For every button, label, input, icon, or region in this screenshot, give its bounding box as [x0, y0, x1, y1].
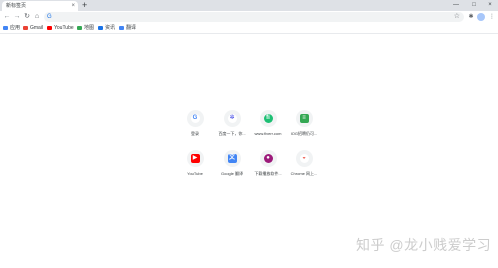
player-icon: ● — [263, 154, 273, 163]
shortcut-label: 登录 — [191, 131, 199, 136]
google-translate-icon: 文 — [227, 154, 237, 163]
baidu-icon: ✲ — [227, 114, 237, 123]
watermark: 知乎 @龙小贱爱学习 — [356, 237, 492, 253]
tab-close-icon[interactable]: × — [71, 2, 75, 10]
shortcut-tile[interactable]: ✲ 百度一下，你... — [217, 110, 247, 136]
translate-icon — [119, 25, 124, 30]
shortcut-label: Chrome 网上... — [290, 171, 318, 176]
shortcut-label: IOG招聘仍可... — [290, 131, 318, 136]
youtube-icon — [47, 25, 52, 30]
menu-icon[interactable]: ⋮ — [487, 12, 497, 22]
shortcut-tile[interactable]: ◒ Chrome 网上... — [289, 150, 319, 176]
bookmark-translate[interactable]: 翻译 — [119, 24, 136, 33]
new-tab-button[interactable]: + — [82, 0, 87, 11]
fiverr-icon: fi — [263, 114, 273, 123]
iog-icon: ≡ — [299, 114, 309, 123]
shortcut-label: www.fiverr.com — [254, 131, 282, 136]
shortcut-label: YouTube — [187, 171, 203, 176]
shortcut-tile[interactable]: ▶ YouTube — [180, 150, 210, 176]
shortcut-label: Google 翻译 — [220, 171, 243, 176]
tab-title: 新标签页 — [6, 3, 27, 9]
toolbar: ← → ↻ ⌂ G ☆ ✱ ⋮ — [0, 11, 498, 24]
shortcut-tile[interactable]: fi www.fiverr.com — [253, 110, 283, 136]
bookmark-maps[interactable]: 地图 — [77, 24, 94, 33]
shortcut-label: 下载播放软件... — [254, 171, 282, 176]
gmail-icon — [23, 25, 28, 30]
tab-new-tab[interactable]: 新标签页 × — [2, 1, 78, 11]
google-icon: G — [190, 114, 200, 123]
bookmark-youtube[interactable]: YouTube — [47, 24, 74, 33]
shortcut-tile[interactable]: 文 Google 翻译 — [217, 150, 247, 176]
maps-icon — [77, 25, 82, 30]
youtube-icon: ▶ — [190, 154, 200, 163]
maximize-button[interactable]: □ — [466, 0, 482, 11]
back-button[interactable]: ← — [2, 12, 12, 22]
bookmarks-bar: 应用 Gmail YouTube 地图 资讯 翻译 — [0, 24, 498, 34]
bookmark-star-icon[interactable]: ☆ — [454, 13, 460, 21]
news-icon — [98, 25, 103, 30]
bookmark-gmail[interactable]: Gmail — [23, 24, 43, 33]
address-bar[interactable]: G ☆ — [44, 12, 464, 22]
reload-button[interactable]: ↻ — [22, 12, 32, 22]
chrome-webstore-icon: ◒ — [299, 154, 309, 163]
extensions-icon[interactable]: ✱ — [466, 12, 476, 22]
shortcut-tile[interactable]: ● 下载播放软件... — [253, 150, 283, 176]
window-close-button[interactable]: × — [482, 0, 498, 11]
home-button[interactable]: ⌂ — [32, 12, 42, 22]
shortcut-label: 百度一下，你... — [218, 131, 246, 136]
minimize-button[interactable]: — — [448, 0, 464, 11]
forward-button[interactable]: → — [12, 12, 22, 22]
avatar[interactable] — [477, 13, 485, 21]
shortcut-tile[interactable]: ≡ IOG招聘仍可... — [289, 110, 319, 136]
tab-strip: 新标签页 × + — □ × — [0, 0, 498, 11]
apps-icon — [3, 25, 8, 30]
shortcut-tile[interactable]: G 登录 — [180, 110, 210, 136]
bookmark-news[interactable]: 资讯 — [98, 24, 115, 33]
google-icon: G — [47, 14, 52, 20]
bookmark-apps[interactable]: 应用 — [3, 24, 20, 33]
